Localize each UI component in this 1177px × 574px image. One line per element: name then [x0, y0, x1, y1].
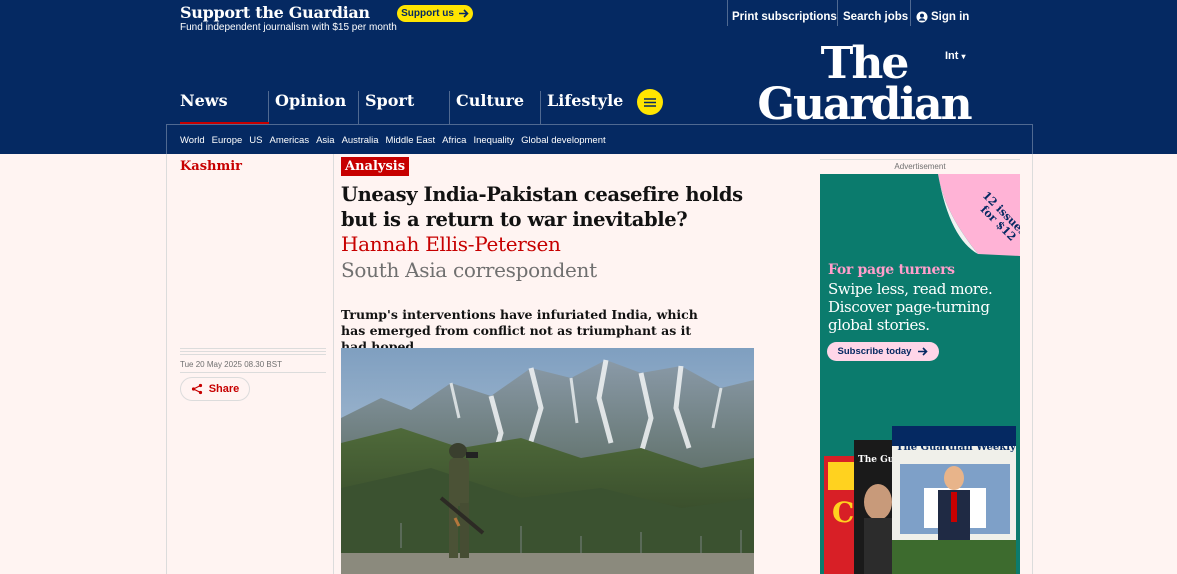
pillar-lifestyle[interactable]: Lifestyle [540, 91, 623, 125]
subnav: World Europe US Americas Asia Australia … [180, 135, 606, 146]
topnav-divider [910, 0, 911, 26]
subscribe-today-button[interactable]: Subscribe today [827, 342, 939, 361]
price-flag: 12 issues for $12 [938, 174, 1020, 256]
user-icon [916, 11, 928, 23]
sign-in-label: Sign in [931, 11, 970, 23]
topnav-divider [727, 0, 728, 26]
subnav-asia[interactable]: Asia [316, 135, 334, 146]
subnav-australia[interactable]: Australia [342, 135, 379, 146]
support-us-button[interactable]: Support us [397, 5, 473, 22]
advertisement-label: Advertisement [820, 159, 1020, 171]
divider [180, 348, 326, 349]
subnav-world[interactable]: World [180, 135, 205, 146]
divider [180, 372, 326, 373]
analysis-badge: Analysis [341, 157, 410, 176]
logo-line-2: Guardian [757, 79, 972, 130]
advertisement-panel[interactable]: 12 issues for $12 For page turners Swipe… [820, 174, 1020, 574]
arrow-right-icon [918, 347, 929, 356]
subnav-inequality[interactable]: Inequality [473, 135, 514, 146]
masthead: Int ▾ The Guardian News Opinion Sport Cu… [0, 39, 1177, 154]
share-icon [191, 383, 202, 395]
author-role: South Asia correspondent [341, 258, 597, 282]
subnav-americas[interactable]: Americas [269, 135, 309, 146]
sign-in-link[interactable]: Sign in [916, 11, 969, 23]
share-button[interactable]: Share [180, 377, 250, 401]
print-subscriptions-link[interactable]: Print subscriptions [732, 11, 837, 23]
subnav-europe[interactable]: Europe [212, 135, 243, 146]
hero-image [341, 348, 754, 574]
column-rule [333, 154, 334, 574]
svg-text:C: C [832, 496, 854, 529]
column-rule [166, 154, 167, 574]
divider [180, 351, 326, 352]
arrow-right-icon [458, 9, 469, 18]
support-title: Support the Guardian [180, 3, 370, 22]
guardian-logo[interactable]: The Guardian [749, 38, 979, 130]
subnav-africa[interactable]: Africa [442, 135, 466, 146]
publish-date: Tue 20 May 2025 08.30 BST [180, 360, 282, 369]
divider [180, 354, 326, 355]
article-headline: Uneasy India-Pakistan ceasefire holds bu… [341, 183, 743, 231]
share-label: Share [208, 383, 240, 395]
magazine-covers: C The Guardian The Guardian Weekly [824, 426, 1017, 574]
ad-headline: For page turners [828, 262, 955, 278]
subnav-global-development[interactable]: Global development [521, 135, 606, 146]
section-label[interactable]: Kashmir [180, 159, 242, 174]
mag-weekly-title: The Guardian Weekly [896, 442, 1017, 453]
hamburger-icon [644, 97, 656, 107]
pillar-opinion[interactable]: Opinion [268, 91, 346, 125]
ad-body-text: Swipe less, read more. Discover page-tur… [828, 280, 993, 334]
logo-line-1: The [820, 38, 910, 89]
pillar-news[interactable]: News [180, 91, 228, 125]
support-subtitle: Fund independent journalism with $15 per… [180, 22, 397, 33]
topnav-divider [837, 0, 838, 26]
mountain-soldier-photo [341, 348, 754, 574]
column-rule [1032, 154, 1033, 574]
pillar-culture[interactable]: Culture [449, 91, 524, 125]
search-jobs-link[interactable]: Search jobs [843, 11, 908, 23]
menu-button[interactable] [637, 89, 663, 115]
subscribe-label: Subscribe today [837, 346, 912, 357]
author-byline[interactable]: Hannah Ellis-Petersen [341, 232, 561, 256]
subnav-middle-east[interactable]: Middle East [386, 135, 436, 146]
pillar-sport[interactable]: Sport [358, 91, 414, 125]
support-us-label: Support us [401, 8, 454, 19]
support-banner: Support the Guardian Fund independent jo… [0, 0, 1177, 39]
subnav-us[interactable]: US [249, 135, 262, 146]
